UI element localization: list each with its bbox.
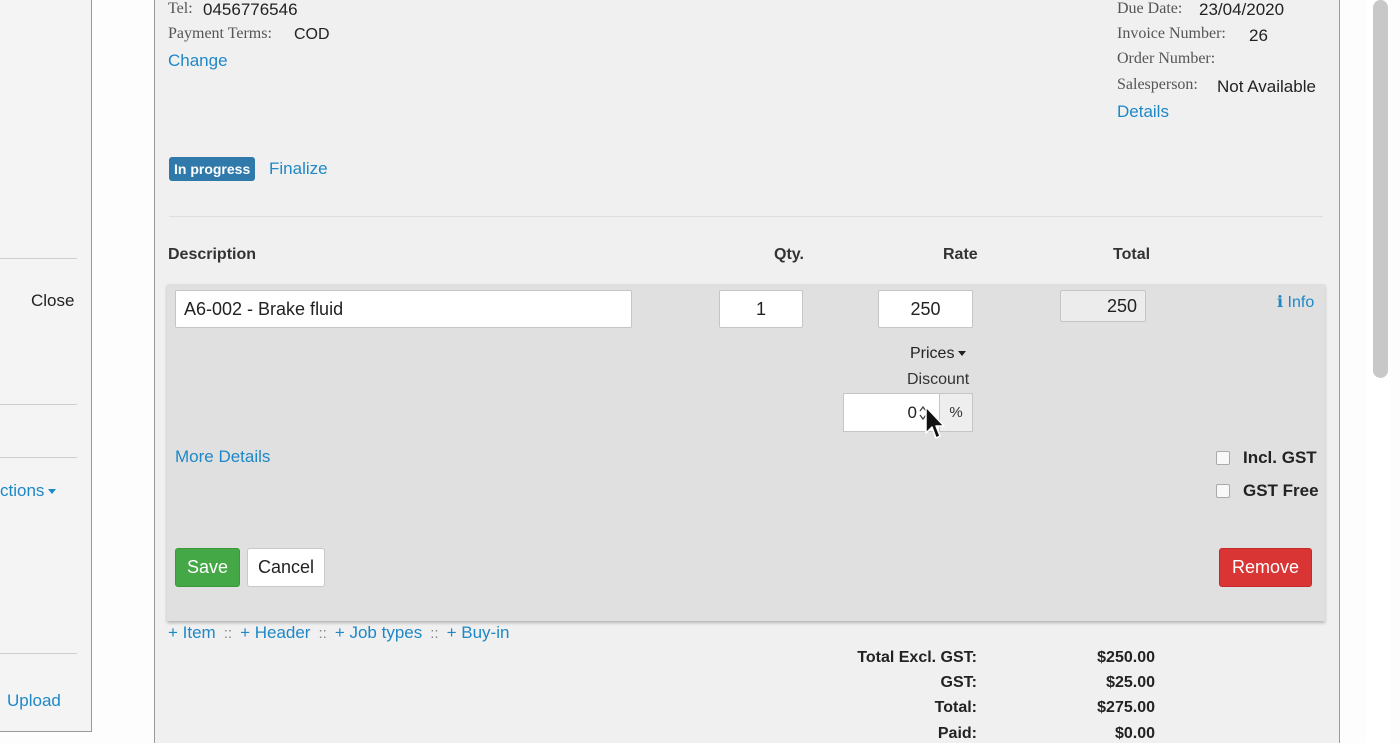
info-icon: i <box>1277 292 1284 311</box>
order-number-label: Order Number: <box>1117 50 1216 67</box>
discount-value: 0 <box>907 403 917 422</box>
total-excl-gst-label: Total Excl. GST: <box>857 649 977 666</box>
more-details-link[interactable]: More Details <box>175 447 270 467</box>
add-buy-in-link[interactable]: + Buy-in <box>447 623 510 642</box>
incl-gst-checkbox[interactable] <box>1216 451 1230 465</box>
line-item-editor <box>167 284 1325 621</box>
caret-down-icon <box>958 351 967 357</box>
cancel-button[interactable]: Cancel <box>247 548 325 587</box>
add-links-row: + Item:: + Header:: + Job types:: + Buy-in <box>168 623 509 643</box>
rate-input[interactable] <box>878 290 973 328</box>
due-date-label: Due Date: <box>1117 0 1183 17</box>
prices-dropdown[interactable]: Prices <box>910 345 967 363</box>
close-button[interactable]: Close <box>31 291 74 311</box>
total-label: Total: <box>934 699 977 716</box>
paid-value: $0.00 <box>1114 725 1155 742</box>
save-button[interactable]: Save <box>175 548 240 587</box>
gst-label: GST: <box>940 674 977 691</box>
add-header-link[interactable]: + Header <box>240 623 310 642</box>
column-header-total: Total <box>1113 246 1151 263</box>
column-header-description: Description <box>168 246 257 263</box>
scrollbar-thumb[interactable] <box>1373 0 1388 378</box>
upload-link[interactable]: Upload <box>7 691 61 711</box>
divider <box>0 457 77 458</box>
due-date-value: 23/04/2020 <box>1199 0 1285 19</box>
salesperson-value: Not Available <box>1217 77 1316 96</box>
change-link[interactable]: Change <box>168 51 228 71</box>
add-job-types-link[interactable]: + Job types <box>335 623 422 642</box>
gst-free-checkbox[interactable] <box>1216 484 1230 498</box>
total-value: $275.00 <box>1097 699 1155 716</box>
column-header-qty: Qty. <box>774 246 804 263</box>
section-divider <box>169 216 1323 217</box>
status-badge: In progress <box>169 157 256 181</box>
qty-input[interactable] <box>719 290 803 328</box>
paid-label: Paid: <box>937 725 977 742</box>
finalize-link[interactable]: Finalize <box>269 159 328 179</box>
payment-terms-label: Payment Terms: <box>168 25 272 42</box>
invoice-number-label: Invoice Number: <box>1117 25 1226 42</box>
info-link[interactable]: i Info <box>1277 292 1314 312</box>
gst-free-label: GST Free <box>1243 481 1319 500</box>
total-excl-gst-value: $250.00 <box>1097 649 1155 666</box>
discount-label: Discount <box>907 371 970 388</box>
separator: :: <box>430 625 439 642</box>
mouse-cursor-icon <box>925 406 945 439</box>
tel-value: 0456776546 <box>203 0 298 19</box>
incl-gst-label: Incl. GST <box>1243 448 1317 467</box>
actions-label: ctions <box>0 481 45 500</box>
description-input[interactable] <box>175 290 632 328</box>
gst-value: $25.00 <box>1106 674 1155 691</box>
remove-button[interactable]: Remove <box>1219 548 1312 587</box>
left-panel: Close ctions Upload <box>0 0 92 732</box>
salesperson-label: Salesperson: <box>1117 76 1198 93</box>
divider <box>0 258 77 259</box>
total-readonly-field <box>1060 290 1146 322</box>
info-label: Info <box>1287 294 1315 311</box>
separator: :: <box>223 625 233 642</box>
tel-label: Tel: <box>168 0 193 17</box>
invoice-number-value: 26 <box>1249 26 1268 45</box>
details-link[interactable]: Details <box>1117 102 1169 122</box>
column-header-rate: Rate <box>943 246 978 263</box>
divider <box>0 404 77 405</box>
caret-down-icon <box>48 489 57 495</box>
payment-terms-value: COD <box>294 26 330 43</box>
divider <box>0 653 77 654</box>
actions-dropdown[interactable]: ctions <box>0 481 57 501</box>
add-item-link[interactable]: + Item <box>168 623 216 642</box>
prices-label: Prices <box>910 345 955 362</box>
separator: :: <box>318 625 327 642</box>
